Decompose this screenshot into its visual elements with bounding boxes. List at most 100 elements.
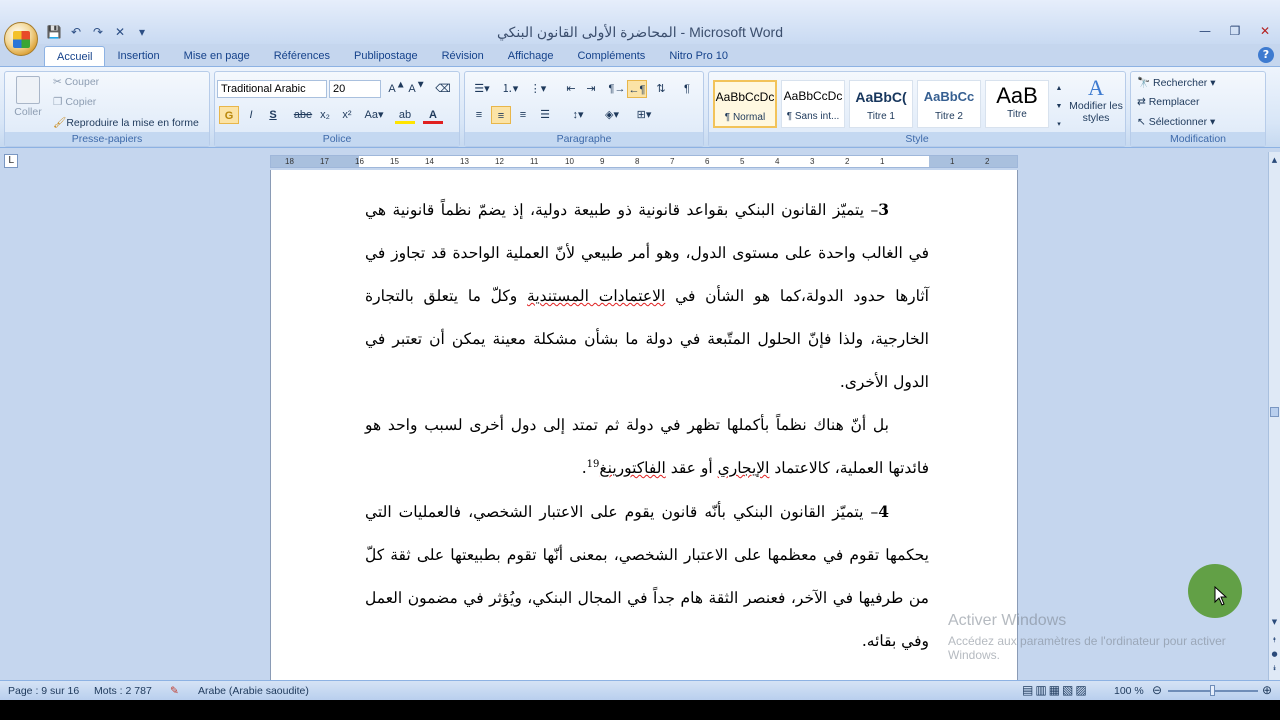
mouse-cursor-icon [1214, 586, 1228, 606]
tab-complements[interactable]: Compléments [565, 46, 657, 66]
page-indicator[interactable]: Page : 9 sur 16 [8, 685, 79, 697]
office-button[interactable] [4, 22, 38, 56]
ruler-tick-label: 2 [985, 157, 990, 166]
subscript-button[interactable]: x₂ [315, 106, 335, 124]
justify-button[interactable]: ☰ [535, 106, 555, 124]
editing-group: 🔭 Rechercher ▾ ⇄ Remplacer ↖ Sélectionne… [1130, 71, 1266, 147]
font-color-button[interactable]: A [423, 106, 443, 124]
previous-page-icon[interactable]: ⯭ [1269, 634, 1280, 646]
style-titre-2[interactable]: AaBbCc Titre 2 [917, 80, 981, 128]
windows-activation-watermark: Activer Windows Accédez aux paramètres d… [948, 612, 1226, 662]
select-button[interactable]: ↖ Sélectionner ▾ [1137, 116, 1215, 128]
align-left-button[interactable]: ≡ [469, 106, 489, 124]
highlight-button[interactable]: ab [395, 106, 415, 124]
shrink-font-button[interactable]: A▼ [407, 80, 427, 98]
italic-button[interactable]: I [241, 106, 261, 124]
next-page-icon[interactable]: ⯯ [1269, 662, 1280, 674]
scroll-down-icon[interactable]: ▼ [1269, 616, 1280, 628]
clear-format-button[interactable]: ⌫ [433, 80, 453, 98]
multilevel-list-button[interactable]: ⋮▾ [525, 80, 551, 98]
language-indicator[interactable]: Arabe (Arabie saoudite) [198, 685, 309, 697]
show-marks-button[interactable]: ¶ [677, 80, 697, 98]
shading-button[interactable]: ◈▾ [599, 106, 625, 124]
align-right-button[interactable]: ≡ [513, 106, 533, 124]
minimize-button[interactable]: — [1190, 20, 1220, 42]
font-family-select[interactable]: Traditional Arabic [217, 80, 327, 98]
font-size-select[interactable]: 20 [329, 80, 381, 98]
document-page[interactable]: 3– يتميّز القانون البنكي بقواعد قانونية … [270, 170, 1018, 680]
modify-styles-button[interactable]: A Modifier les styles [1069, 76, 1123, 125]
copy-icon: ❐ [53, 96, 66, 108]
word-count[interactable]: Mots : 2 787 [94, 685, 152, 697]
browse-object-icon[interactable]: ● [1269, 648, 1280, 660]
rtl-button[interactable]: ←¶ [627, 80, 647, 98]
brush-icon: 🖌 [53, 117, 67, 129]
replace-button[interactable]: ⇄ Remplacer [1137, 96, 1200, 108]
binoculars-icon: 🔭 [1137, 77, 1153, 89]
ruler-tick-label: 3 [810, 157, 815, 166]
styles-scroll-down[interactable]: ▼ [1053, 98, 1065, 114]
maximize-button[interactable]: ❐ [1220, 20, 1250, 42]
ribbon: Coller ✂ Couper ❐ Copier 🖌Reproduire la … [0, 66, 1280, 148]
tab-affichage[interactable]: Affichage [496, 46, 566, 66]
styles-more[interactable]: ▾ [1053, 116, 1065, 128]
ruler-tick-label: 16 [355, 157, 364, 166]
style-titre-1[interactable]: AaBbC( Titre 1 [849, 80, 913, 128]
numbering-button[interactable]: ⒈▾ [497, 80, 523, 98]
paragraph-group: ☰▾ ⒈▾ ⋮▾ ⇤ ⇥ ¶→ ←¶ ⇅ ¶ ≡ ≡ ≡ ☰ ↕▾ ◈▾ ⊞▾ … [464, 71, 704, 147]
tab-selector[interactable]: L [4, 154, 18, 168]
tab-nitro[interactable]: Nitro Pro 10 [657, 46, 740, 66]
help-icon[interactable]: ? [1258, 47, 1274, 63]
ruler-tick-label: 15 [390, 157, 399, 166]
item-number: 4 [878, 502, 889, 521]
zoom-in-icon[interactable]: ⊕ [1262, 683, 1272, 697]
zoom-out-icon[interactable]: ⊖ [1152, 683, 1162, 697]
ruler-tick-label: 9 [600, 157, 605, 166]
ruler-tick-label: 17 [320, 157, 329, 166]
style-sans-interligne[interactable]: AaBbCcDc ¶ Sans int... [781, 80, 845, 128]
item-number: 3 [878, 200, 889, 219]
format-painter-button[interactable]: 🖌Reproduire la mise en forme [53, 116, 199, 129]
close-button[interactable]: ✕ [1250, 20, 1280, 42]
align-center-button[interactable]: ≡ [491, 106, 511, 124]
view-buttons[interactable]: ▤▥▦▧▨ [1022, 683, 1089, 697]
window-controls: — ❐ ✕ [1190, 20, 1280, 42]
scrollbar-thumb[interactable] [1270, 407, 1279, 417]
style-titre[interactable]: AaB Titre [985, 80, 1049, 128]
paste-button[interactable]: Coller [11, 76, 45, 126]
tab-accueil[interactable]: Accueil [44, 46, 106, 66]
cut-button[interactable]: ✂ Couper [53, 76, 99, 88]
styles-scroll-up[interactable]: ▲ [1053, 80, 1065, 96]
style-normal[interactable]: AaBbCcDc ¶ Normal [713, 80, 777, 128]
increase-indent-button[interactable]: ⇥ [581, 80, 601, 98]
tab-revision[interactable]: Révision [430, 46, 496, 66]
zoom-level[interactable]: 100 % [1114, 685, 1144, 697]
sort-button[interactable]: ⇅ [651, 80, 671, 98]
decrease-indent-button[interactable]: ⇤ [561, 80, 581, 98]
borders-button[interactable]: ⊞▾ [631, 106, 657, 124]
footnote-ref[interactable]: 19 [587, 459, 600, 470]
bullets-button[interactable]: ☰▾ [469, 80, 495, 98]
font-group: Traditional Arabic 20 A▲ A▼ ⌫ G I S abe … [214, 71, 460, 147]
change-case-button[interactable]: Aa▾ [361, 106, 387, 124]
superscript-button[interactable]: x² [337, 106, 357, 124]
tab-mise-en-page[interactable]: Mise en page [172, 46, 262, 66]
ruler-scale[interactable]: 18 17 16 15 14 13 12 11 10 9 8 7 6 5 4 3 2 1 1 2 [270, 155, 1018, 168]
copy-button[interactable]: ❐ Copier [53, 96, 96, 108]
proofing-icon[interactable]: ✎ [170, 685, 179, 697]
find-button[interactable]: 🔭 Rechercher ▾ [1137, 76, 1215, 89]
grow-font-button[interactable]: A▲ [387, 80, 407, 98]
vertical-scrollbar[interactable]: ▲ ▼ ⯭ ● ⯯ [1268, 152, 1280, 680]
bold-button[interactable]: G [219, 106, 239, 124]
strikethrough-button[interactable]: abe [293, 106, 313, 124]
underline-button[interactable]: S [263, 106, 283, 124]
tab-references[interactable]: Références [262, 46, 342, 66]
scroll-up-icon[interactable]: ▲ [1269, 154, 1280, 166]
line-spacing-button[interactable]: ↕▾ [565, 106, 591, 124]
zoom-slider-thumb[interactable] [1210, 685, 1215, 696]
tab-publipostage[interactable]: Publipostage [342, 46, 430, 66]
document-text[interactable]: 3– يتميّز القانون البنكي بقواعد قانونية … [365, 188, 929, 663]
ruler-tick-label: 4 [775, 157, 780, 166]
ltr-button[interactable]: ¶→ [607, 80, 627, 98]
tab-insertion[interactable]: Insertion [105, 46, 171, 66]
